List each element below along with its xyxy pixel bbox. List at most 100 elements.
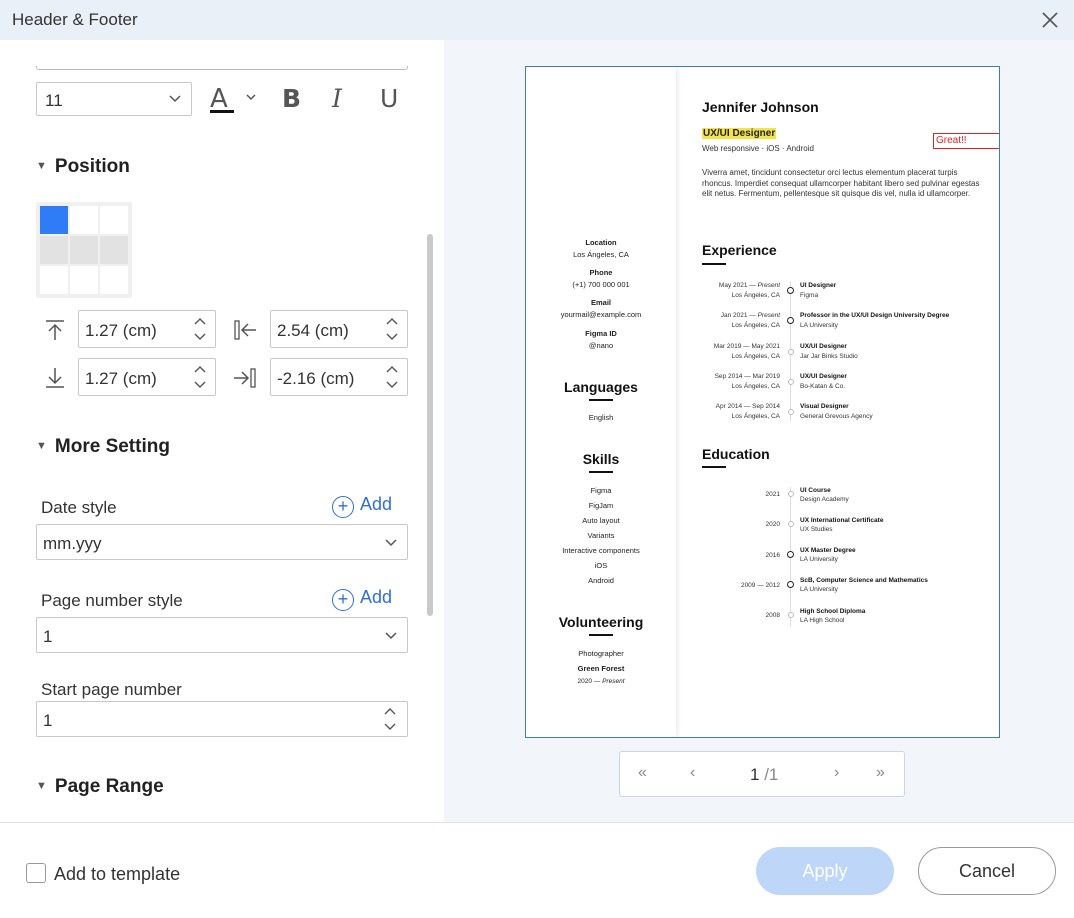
right-margin-icon	[234, 368, 256, 388]
bottom-margin-value: 1.27 (cm)	[85, 369, 157, 388]
timeline-dot	[787, 349, 794, 355]
font-color-button[interactable]: A	[208, 84, 258, 116]
left-margin-icon	[234, 320, 256, 340]
edu-year: 2009 — 2012	[740, 582, 780, 589]
edu-school: LA University	[800, 586, 838, 593]
underline-button[interactable]: U	[380, 84, 402, 116]
edu-school: LA High School	[800, 617, 845, 624]
chevron-down-icon	[385, 539, 397, 547]
edu-title: UX International Certificate	[800, 517, 884, 524]
scrollbar[interactable]	[427, 234, 433, 616]
more-setting-heading: More Setting	[54, 436, 170, 457]
edu-title: ScB, Computer Science and Mathematics	[800, 577, 928, 584]
resume-sidebar: Location Los Ángeles, CA Phone (+1) 700 …	[526, 67, 676, 737]
page-range-section-header[interactable]: ▼ Page Range	[36, 776, 164, 798]
edu-title: UX Master Degree	[800, 547, 856, 554]
exp-date: Jan 2021 — Present	[720, 312, 780, 319]
bottom-margin-input[interactable]: 1.27 (cm)	[78, 358, 216, 396]
skill-item: Android	[588, 576, 614, 585]
position-top-right[interactable]	[100, 206, 128, 234]
exp-place: Los Ángeles, CA	[731, 383, 780, 390]
stepper-arrows-icon[interactable]	[383, 705, 397, 733]
add-to-template-checkbox[interactable]	[26, 863, 46, 883]
page-indicator[interactable]: 1 /1	[750, 765, 778, 785]
skill-item: FigJam	[588, 501, 614, 510]
exp-date: May 2021 — Present	[718, 282, 780, 289]
collapse-triangle-icon: ▼	[36, 440, 47, 452]
date-style-select[interactable]: mm.yyy	[36, 524, 408, 560]
exp-date: Apr 2014 — Sep 2014	[715, 403, 780, 410]
position-top-center[interactable]	[70, 206, 98, 234]
chevron-down-icon[interactable]	[246, 94, 256, 101]
page-number-style-label: Page number style	[41, 591, 183, 610]
bold-button[interactable]: B	[282, 84, 308, 116]
timeline-dot	[787, 317, 794, 324]
exp-date: Mar 2019 — May 2021	[713, 343, 780, 350]
add-date-style-button[interactable]: + Add	[332, 494, 392, 518]
italic-button[interactable]: I	[332, 84, 354, 116]
preview-page: Location Los Ángeles, CA Phone (+1) 700 …	[525, 66, 1000, 738]
add-page-number-style-button[interactable]: + Add	[332, 587, 392, 611]
language-item: English	[588, 413, 614, 422]
collapse-triangle-icon: ▼	[36, 780, 47, 792]
apply-button[interactable]: Apply	[756, 847, 894, 895]
truncated-field	[36, 66, 408, 70]
more-setting-section-header[interactable]: ▼ More Setting	[36, 436, 170, 458]
font-color-swatch	[210, 110, 234, 113]
position-middle-right	[100, 236, 128, 264]
plus-circle-icon: +	[332, 496, 354, 518]
stepper-arrows-icon[interactable]	[385, 363, 399, 391]
exp-company: Jar Jar Binks Studio	[800, 353, 858, 360]
close-icon[interactable]	[1036, 6, 1064, 34]
exp-place: Los Ángeles, CA	[731, 292, 780, 299]
add-to-template-label[interactable]: Add to template	[54, 864, 180, 885]
exp-title: UX/UI Designer	[800, 343, 847, 350]
left-margin-input[interactable]: 2.54 (cm)	[270, 310, 408, 348]
page-number-style-select[interactable]: 1	[36, 617, 408, 653]
previous-page-button[interactable]: ‹	[690, 764, 695, 782]
cancel-button[interactable]: Cancel	[918, 847, 1056, 895]
chevron-down-icon	[385, 632, 397, 640]
right-margin-value: -2.16 (cm)	[277, 369, 355, 388]
date-style-label: Date style	[41, 498, 117, 517]
exp-title: UX/UI Designer	[800, 373, 847, 380]
exp-company: Figma	[800, 292, 819, 299]
stepper-arrows-icon[interactable]	[193, 363, 207, 391]
page-number-style-value: 1	[43, 627, 53, 646]
stepper-arrows-icon[interactable]	[193, 315, 207, 343]
position-bottom-center[interactable]	[70, 266, 98, 294]
font-size-select[interactable]: 11	[36, 82, 192, 116]
top-margin-input[interactable]: 1.27 (cm)	[78, 310, 216, 348]
font-size-value: 11	[45, 91, 63, 110]
position-top-left[interactable]	[40, 206, 68, 234]
timeline-dot	[787, 521, 794, 527]
edu-year: 2021	[765, 491, 780, 498]
timeline-dot	[787, 379, 794, 385]
education-heading: Education	[702, 446, 770, 462]
position-bottom-left[interactable]	[40, 266, 68, 294]
volunteering-years: 2020 — Present	[577, 678, 625, 685]
volunteering-role: Photographer	[578, 649, 624, 658]
exp-company: LA University	[800, 322, 838, 329]
stepper-arrows-icon[interactable]	[385, 315, 399, 343]
position-middle-center	[70, 236, 98, 264]
last-page-button[interactable]: »	[876, 764, 885, 782]
resume-name: Jennifer Johnson	[702, 99, 819, 115]
right-margin-input[interactable]: -2.16 (cm)	[270, 358, 408, 396]
heading-underline	[702, 263, 726, 265]
first-page-button[interactable]: «	[638, 764, 647, 782]
start-page-number-input[interactable]: 1	[36, 701, 408, 737]
position-section-header[interactable]: ▼ Position	[36, 156, 130, 178]
settings-panel: 11 A B I U ▼ Position 1.27 (cm) 2.54 (cm)…	[0, 40, 444, 822]
collapse-triangle-icon: ▼	[36, 160, 47, 172]
add-label: Add	[360, 494, 393, 514]
header-footer-annotation[interactable]: Great!!	[933, 133, 999, 149]
exp-place: Los Ángeles, CA	[731, 353, 780, 360]
position-bottom-right[interactable]	[100, 266, 128, 294]
volunteering-heading: Volunteering	[558, 614, 644, 630]
position-middle-left	[40, 236, 68, 264]
next-page-button[interactable]: ›	[834, 764, 839, 782]
timeline-dot	[787, 491, 794, 497]
skill-item: Figma	[590, 486, 612, 495]
timeline-dot	[787, 612, 794, 618]
